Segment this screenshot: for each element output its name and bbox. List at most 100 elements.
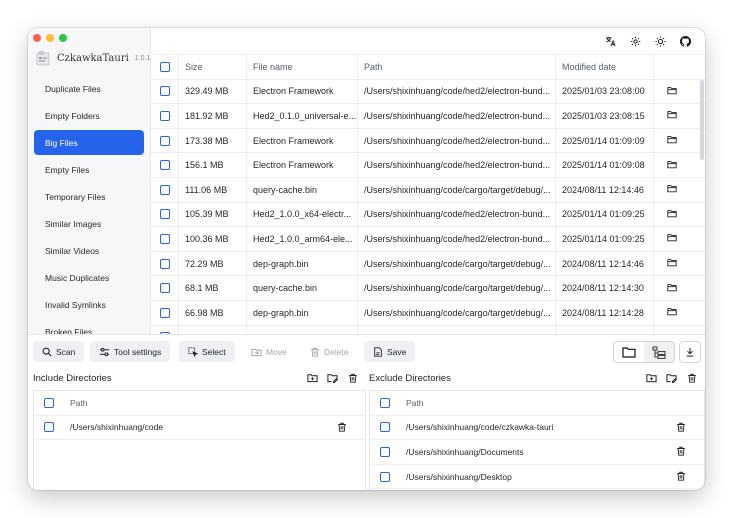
row-checkbox[interactable] [159, 209, 170, 220]
sidebar-item-big-files[interactable]: Big Files [34, 130, 144, 155]
delete-button[interactable]: Delete [301, 341, 358, 362]
directory-table-header: Path [370, 391, 704, 416]
trash-icon[interactable] [676, 422, 686, 434]
trash-icon[interactable] [337, 422, 347, 434]
sidebar-item-similar-images[interactable]: Similar Images [34, 211, 144, 236]
sidebar-item-broken-files[interactable]: Broken Files [34, 319, 144, 335]
sidebar-item-empty-folders[interactable]: Empty Folders [34, 103, 144, 128]
sidebar-item-music-duplicates[interactable]: Music Duplicates [34, 265, 144, 290]
open-folder-icon[interactable] [667, 110, 677, 121]
row-checkbox[interactable] [159, 160, 170, 171]
cell-modified-date: 2025/01/14 01:09:25 [556, 227, 654, 251]
open-folder-icon[interactable] [667, 233, 677, 244]
row-checkbox[interactable] [159, 135, 170, 146]
theme-sun-icon[interactable] [654, 35, 666, 47]
move-button[interactable]: Move [242, 341, 296, 362]
cell-path: /Users/shixinhuang/code/cargo/target/deb… [358, 251, 556, 276]
translate-icon[interactable] [604, 35, 616, 47]
zoom-window-button[interactable] [59, 34, 67, 42]
trash-icon[interactable] [676, 446, 686, 458]
select-all-checkbox[interactable] [159, 61, 170, 72]
add-folder-manual-icon[interactable] [666, 373, 677, 384]
cell-file-name: Hed2_0.1.0_universal-e... [247, 104, 358, 128]
add-folder-icon[interactable] [646, 373, 657, 384]
cell-modified-date [556, 325, 654, 334]
close-window-button[interactable] [33, 34, 41, 42]
open-folder-icon[interactable] [667, 184, 677, 195]
minimize-window-button[interactable] [46, 34, 54, 42]
column-path[interactable]: Path [358, 55, 556, 79]
trash-icon[interactable] [676, 471, 686, 483]
directory-row[interactable]: /Users/shixinhuang/Desktop [370, 465, 704, 490]
row-checkbox[interactable] [159, 307, 170, 318]
sidebar-item-invalid-symlinks[interactable]: Invalid Symlinks [34, 292, 144, 317]
directory-path: /Users/shixinhuang/code [70, 422, 164, 433]
sidebar-item-similar-videos[interactable]: Similar Videos [34, 238, 144, 263]
cell-size: 105.39 MB [179, 202, 247, 227]
table-row[interactable] [151, 325, 705, 334]
open-folder-icon[interactable] [667, 283, 677, 294]
cell-path [358, 325, 556, 334]
table-header: Size File name Path Modified date [151, 55, 705, 80]
tool-settings-button[interactable]: Tool settings [90, 341, 171, 362]
row-checkbox[interactable] [380, 471, 390, 482]
github-icon[interactable] [679, 35, 691, 47]
cell-file-name [247, 325, 358, 334]
clear-include-icon[interactable] [347, 373, 358, 384]
row-checkbox[interactable] [44, 422, 54, 433]
table-row[interactable]: 173.38 MB Electron Framework/Users/shixin… [151, 128, 705, 154]
row-checkbox[interactable] [159, 184, 170, 195]
column-modified-date[interactable]: Modified date [556, 55, 654, 79]
table-row[interactable]: 100.36 MB Hed2_1.0.0_arm64-ele.../Users/s… [151, 227, 705, 252]
table-row[interactable]: 181.92 MB Hed2_0.1.0_universal-e.../Users… [151, 104, 705, 129]
table-row[interactable]: 105.39 MB Hed2_1.0.0_x64-electr.../Users/… [151, 202, 705, 228]
table-row[interactable]: 72.29 MB dep-graph.bin/Users/shixinhuang/… [151, 251, 705, 277]
add-folder-manual-icon[interactable] [327, 373, 338, 384]
select-all-checkbox[interactable] [44, 397, 54, 408]
table-row[interactable]: 111.06 MB query-cache.bin/Users/shixinhua… [151, 177, 705, 203]
open-folder-icon[interactable] [667, 209, 677, 220]
row-checkbox[interactable] [159, 233, 170, 244]
table-row[interactable]: 329.49 MB Electron Framework/Users/shixin… [151, 79, 705, 105]
row-checkbox[interactable] [159, 86, 170, 97]
row-checkbox[interactable] [159, 258, 170, 269]
view-tree-button[interactable] [644, 342, 674, 362]
open-folder-icon[interactable] [667, 86, 677, 97]
arrow-down-to-line-icon [686, 347, 694, 357]
open-folder-icon[interactable] [667, 135, 677, 146]
directory-row[interactable]: /Users/shixinhuang/code/czkawka-tauri [370, 416, 704, 441]
column-file-name[interactable]: File name [247, 55, 358, 79]
sidebar: CzkawkaTauri 1.0.1 Duplicate Files Empty … [28, 28, 151, 334]
column-path: Path [70, 397, 88, 408]
view-folders-button[interactable] [614, 342, 644, 362]
save-button[interactable]: Save [364, 341, 416, 362]
sidebar-item-duplicate-files[interactable]: Duplicate Files [34, 76, 144, 101]
collapse-panel-button[interactable] [679, 341, 701, 363]
open-folder-icon[interactable] [667, 160, 677, 171]
table-scrollbar[interactable] [700, 80, 704, 160]
add-folder-icon[interactable] [307, 373, 318, 384]
row-checkbox[interactable] [380, 446, 390, 457]
directory-row[interactable]: /Users/shixinhuang/code [34, 416, 365, 441]
row-checkbox[interactable] [380, 422, 390, 433]
row-checkbox[interactable] [159, 110, 170, 121]
select-all-checkbox[interactable] [380, 397, 390, 408]
open-folder-icon[interactable] [667, 307, 677, 318]
directory-path: /Users/shixinhuang/Documents [406, 446, 524, 457]
directory-row[interactable]: /Users/shixinhuang/Documents [370, 440, 704, 465]
action-toolbar: Scan Tool settings Select Move Delete Sa… [28, 334, 705, 366]
sidebar-item-empty-files[interactable]: Empty Files [34, 157, 144, 182]
table-row[interactable]: 156.1 MB Electron Framework/Users/shixinh… [151, 153, 705, 178]
sidebar-item-temporary-files[interactable]: Temporary Files [34, 184, 144, 209]
select-button[interactable]: Select [179, 341, 235, 362]
column-size[interactable]: Size [179, 55, 247, 79]
settings-icon[interactable] [629, 35, 641, 47]
clear-exclude-icon[interactable] [686, 373, 697, 384]
exclude-directories-panel: Exclude Directories Path/Users/shixinhua… [364, 366, 705, 490]
scan-button[interactable]: Scan [33, 341, 85, 362]
table-row[interactable]: 66.98 MB dep-graph.bin/Users/shixinhuang/… [151, 300, 705, 326]
table-row[interactable]: 68.1 MB query-cache.bin/Users/shixinhuang… [151, 276, 705, 301]
app-brand: CzkawkaTauri 1.0.1 [36, 50, 150, 66]
row-checkbox[interactable] [159, 283, 170, 294]
open-folder-icon[interactable] [667, 258, 677, 269]
